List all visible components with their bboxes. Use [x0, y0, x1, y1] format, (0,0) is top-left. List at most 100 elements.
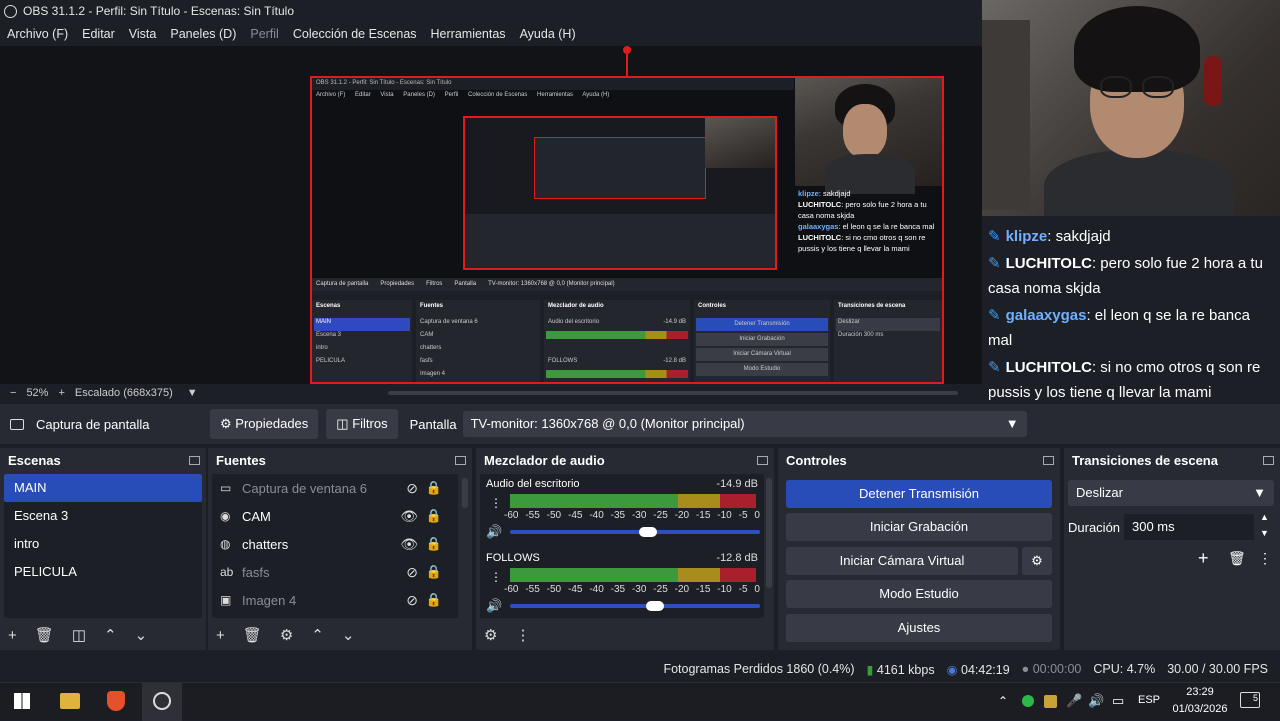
stop-streaming-button[interactable]: Detener Transmisión	[786, 480, 1052, 508]
language-indicator[interactable]: ESP	[1138, 694, 1160, 706]
sources-scrollbar[interactable]	[462, 478, 468, 508]
windows-start-icon[interactable]	[14, 693, 30, 709]
source-item[interactable]: ▣ Imagen 4 ⊘ 🔒	[212, 586, 458, 614]
selected-source-name: Captura de pantalla	[36, 416, 150, 432]
undock-icon[interactable]	[455, 455, 466, 465]
scene-item[interactable]: intro	[4, 530, 202, 558]
chat-message: ✎ klipze: sakdjajd	[988, 228, 1111, 245]
add-scene-icon[interactable]: +	[8, 627, 17, 644]
move-down-icon[interactable]: ⌄	[135, 626, 148, 644]
move-up-icon[interactable]: ⌃	[104, 626, 117, 644]
move-up-icon[interactable]: ⌃	[311, 626, 324, 644]
add-source-icon[interactable]: +	[216, 627, 225, 644]
window-capture-icon: ▭	[220, 481, 232, 495]
properties-button[interactable]: ⚙ Propiedades	[210, 409, 319, 439]
nested-scenes-dock: Escenas MAIN Escena 3 intro PELICULA	[312, 300, 412, 382]
undock-icon[interactable]	[757, 455, 768, 465]
channel-menu-icon[interactable]: ⋮	[490, 570, 502, 584]
duration-spinner-up[interactable]: ▲	[1260, 512, 1269, 522]
remove-transition-icon[interactable]: 🗑	[1228, 550, 1246, 567]
obs-taskbar-item[interactable]	[142, 683, 182, 721]
eye-icon[interactable]: 👁	[400, 536, 418, 553]
hidden-eye-icon[interactable]: ⊘	[406, 480, 418, 497]
hidden-eye-icon[interactable]: ⊘	[406, 564, 418, 581]
studio-mode-button[interactable]: Modo Estudio	[786, 580, 1052, 608]
selection-top-handle[interactable]	[623, 46, 631, 80]
remove-scene-icon[interactable]: 🗑	[35, 626, 54, 644]
channel-menu-icon[interactable]: ⋮	[490, 496, 502, 510]
start-recording-button[interactable]: Iniciar Grabación	[786, 513, 1052, 541]
source-item[interactable]: ab fasfs ⊘ 🔒	[212, 558, 458, 586]
virtual-camera-settings-gear-icon[interactable]: ⚙	[1022, 547, 1052, 575]
transition-menu-icon[interactable]: ⋮	[1258, 550, 1272, 567]
menu-perfil[interactable]: Perfil	[250, 27, 278, 41]
volume-icon[interactable]: 🔊	[1088, 693, 1104, 709]
mixer-scrollbar[interactable]	[766, 478, 772, 588]
signal-bars-icon: ▮	[866, 662, 874, 677]
volume-slider-knob[interactable]	[646, 601, 664, 611]
chevron-down-icon: ▼	[1253, 485, 1266, 500]
volume-slider[interactable]	[510, 527, 760, 537]
settings-button[interactable]: Ajustes	[786, 614, 1052, 642]
scale-dropdown-icon[interactable]: ▼	[187, 387, 198, 399]
menu-herramientas[interactable]: Herramientas	[431, 27, 506, 41]
scene-item[interactable]: MAIN	[4, 474, 202, 502]
microphone-icon[interactable]: 🎤	[1066, 693, 1082, 709]
remove-source-icon[interactable]: 🗑	[243, 626, 262, 644]
lock-icon[interactable]: 🔒	[426, 508, 442, 524]
lock-icon[interactable]: 🔒	[426, 592, 442, 608]
undock-icon[interactable]	[1043, 455, 1054, 465]
screen-select[interactable]: TV-monitor: 1360x768 @ 0,0 (Monitor prin…	[462, 411, 1027, 437]
network-icon[interactable]: ▭	[1112, 693, 1124, 709]
clock-date[interactable]: 01/03/2026	[1166, 703, 1234, 715]
scene-item[interactable]: Escena 3	[4, 502, 202, 530]
lock-icon[interactable]: 🔒	[426, 536, 442, 552]
menu-coleccion-escenas[interactable]: Colección de Escenas	[293, 27, 417, 41]
lock-icon[interactable]: 🔒	[426, 564, 442, 580]
tray-app-icon[interactable]	[1044, 695, 1057, 708]
advanced-audio-gear-icon[interactable]: ⚙	[484, 626, 497, 644]
zoom-out-button[interactable]: −	[10, 387, 16, 399]
fps: 30.00 / 30.00 FPS	[1167, 662, 1268, 676]
mixer-menu-icon[interactable]: ⋮	[515, 626, 530, 644]
menu-ayuda[interactable]: Ayuda (H)	[520, 27, 576, 41]
undock-icon[interactable]	[189, 455, 200, 465]
speaker-icon[interactable]: 🔊	[486, 598, 502, 614]
menu-vista[interactable]: Vista	[129, 27, 157, 41]
file-explorer-icon[interactable]	[60, 693, 80, 709]
menu-editar[interactable]: Editar	[82, 27, 115, 41]
sources-title: Fuentes	[216, 452, 266, 468]
notifications-icon[interactable]: 5	[1240, 692, 1260, 708]
source-item[interactable]: ◍ chatters 👁 🔒	[212, 530, 458, 558]
clock-time[interactable]: 23:29	[1170, 686, 1230, 698]
undock-icon[interactable]	[1263, 455, 1274, 465]
menu-paneles[interactable]: Paneles (D)	[170, 27, 236, 41]
menu-archivo[interactable]: Archivo (F)	[7, 27, 68, 41]
add-transition-icon[interactable]: +	[1198, 548, 1209, 569]
eye-icon[interactable]: 👁	[400, 508, 418, 525]
preview-scrollbar[interactable]	[387, 391, 958, 395]
camera-icon: ◉	[220, 509, 231, 523]
source-properties-gear-icon[interactable]: ⚙	[280, 626, 293, 644]
lock-icon[interactable]: 🔒	[426, 480, 442, 496]
brave-browser-icon[interactable]	[107, 691, 125, 711]
duration-input[interactable]: 300 ms	[1124, 514, 1254, 540]
start-virtual-camera-button[interactable]: Iniciar Cámara Virtual	[786, 547, 1018, 575]
preview-canvas[interactable]: OBS 31.1.2 - Perfil: Sin Título - Escena…	[310, 76, 944, 384]
source-item[interactable]: ▭ Captura de ventana 6 ⊘ 🔒	[212, 474, 458, 502]
hidden-eye-icon[interactable]: ⊘	[406, 592, 418, 609]
filters-button[interactable]: ◫ Filtros	[326, 409, 398, 439]
transition-select[interactable]: Deslizar ▼	[1068, 480, 1274, 506]
move-down-icon[interactable]: ⌄	[342, 626, 355, 644]
source-item[interactable]: ◉ CAM 👁 🔒	[212, 502, 458, 530]
scene-filters-icon[interactable]: ◫	[72, 626, 86, 644]
scene-item[interactable]: PELICULA	[4, 558, 202, 586]
nested-sources-dock: Fuentes Captura de ventana 6 CAM chatter…	[416, 300, 540, 382]
duration-spinner-down[interactable]: ▼	[1260, 528, 1269, 538]
tray-expand-icon[interactable]: ⌃	[998, 694, 1008, 708]
volume-slider[interactable]	[510, 601, 760, 611]
tray-app-icon[interactable]	[1022, 695, 1034, 707]
speaker-icon[interactable]: 🔊	[486, 524, 502, 540]
volume-slider-knob[interactable]	[638, 527, 657, 537]
zoom-in-button[interactable]: +	[58, 387, 64, 399]
